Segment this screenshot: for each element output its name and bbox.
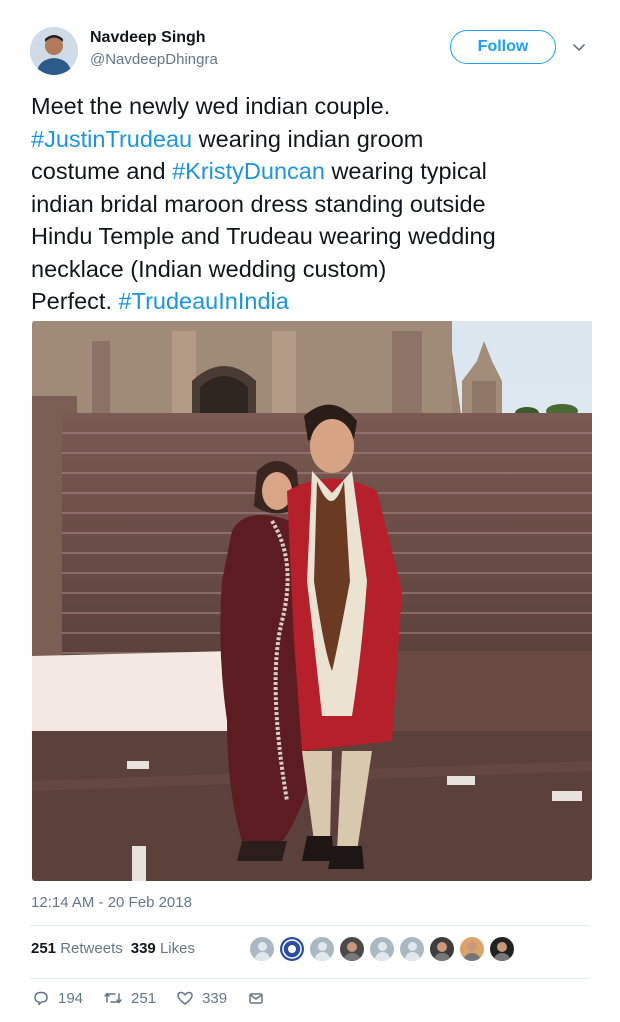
tweet-text-line: necklace (Indian wedding custom) [31,253,591,286]
liker-avatar[interactable] [249,936,275,962]
liker-avatar[interactable] [459,936,485,962]
reply-icon [34,991,48,1006]
tweet-text-segment: wearing indian groom [192,125,424,152]
retweets-count: 251 [31,940,57,957]
likes-stat[interactable]: 339 Likes [131,940,195,957]
like-button[interactable]: 339 [176,989,227,1007]
author-avatar[interactable] [30,27,78,75]
liker-avatar[interactable] [399,936,425,962]
chevron-down-icon[interactable] [570,38,588,56]
hashtag-link[interactable]: #TrudeauInIndia [119,288,289,314]
follow-button[interactable]: Follow [450,30,556,64]
tweet-stats: 251 Retweets 339 Likes [31,940,195,957]
divider [30,925,590,926]
tweet-text-segment: wearing typical [324,158,487,184]
retweet-button[interactable]: 251 [103,989,156,1007]
tweet-text-segment: Perfect. [31,288,119,314]
tweet-text-segment: costume and [31,158,173,184]
liker-avatars [249,936,519,964]
envelope-icon [249,993,263,1004]
liker-avatar[interactable] [369,936,395,962]
tweet-text-line: indian bridal maroon dress standing outs… [31,188,591,221]
tweet-text-line: Meet the newly wed indian couple. [31,90,591,123]
retweet-count: 251 [131,989,157,1007]
likes-count: 339 [130,940,156,957]
retweets-label: Retweets [60,940,123,957]
reply-count: 194 [58,989,84,1007]
liker-avatar[interactable] [489,936,515,962]
likes-label: Likes [159,940,195,957]
tweet-actions: 194 251 339 [32,986,293,1010]
like-count: 339 [202,989,228,1007]
divider [30,978,590,979]
tweet-text: Meet the newly wed indian couple. #Justin… [31,90,591,318]
liker-avatar[interactable] [279,936,305,962]
author-handle[interactable]: @NavdeepDhingra [90,51,218,68]
liker-avatar[interactable] [429,936,455,962]
tweet-text-segment: Meet the newly wed indian couple. [31,93,391,119]
retweet-icon [104,992,122,1004]
direct-message-button[interactable] [247,989,273,1007]
tweet-text-segment: indian bridal maroon dress standing outs… [31,190,486,217]
liker-avatar[interactable] [309,936,335,962]
tweet-photo[interactable] [32,321,592,881]
liker-avatar[interactable] [339,936,365,962]
author-name[interactable]: Navdeep Singh [90,29,206,47]
tweet-header: Navdeep Singh @NavdeepDhingra Follow [0,0,620,84]
reply-button[interactable]: 194 [32,989,83,1007]
tweet-text-line: Perfect. #TrudeauInIndia [31,285,591,318]
hashtag-link[interactable]: #KristyDuncan [172,158,325,184]
heart-icon [177,991,193,1005]
tweet-text-segment: Hindu Temple and Trudeau wearing wedding [31,223,496,249]
retweets-stat[interactable]: 251 Retweets [31,940,123,957]
tweet-text-line: Hindu Temple and Trudeau wearing wedding [31,220,591,253]
tweet-text-segment: necklace (Indian wedding custom) [31,255,387,282]
tweet-text-line: costume and #KristyDuncan wearing typica… [31,155,591,188]
tweet-timestamp[interactable]: 12:14 AM - 20 Feb 2018 [31,894,192,911]
tweet-text-line: #JustinTrudeau wearing indian groom [31,123,591,156]
hashtag-link[interactable]: #JustinTrudeau [31,126,192,152]
